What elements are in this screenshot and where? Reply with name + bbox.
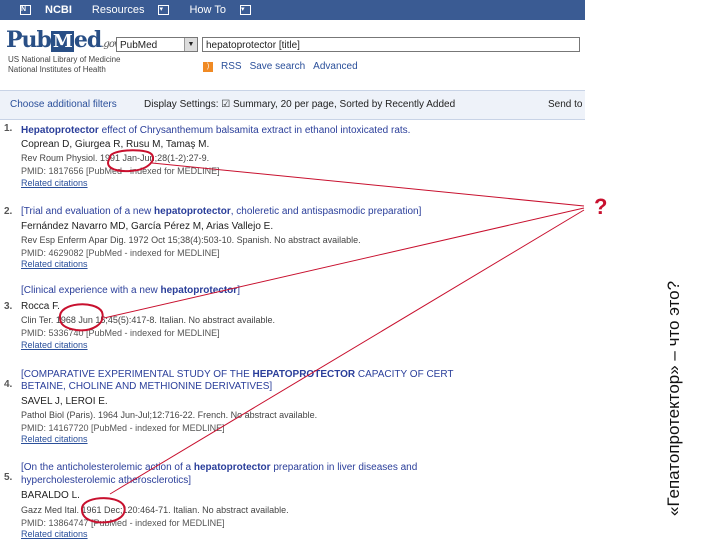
result-title-link[interactable]: [Trial and evaluation of a new hepatopro… [21, 206, 421, 217]
related-citations-link[interactable]: Related citations [21, 529, 88, 540]
result-pmid: PMID: 14167720 [PubMed - indexed for MED… [21, 423, 225, 433]
result-title-link[interactable]: [Clinical experience with a new hepatopr… [21, 285, 240, 296]
result-authors: Fernández Navarro MD, García Pérez M, Ar… [21, 221, 274, 232]
related-citations-link[interactable]: Related citations [21, 434, 88, 445]
send-to-menu[interactable]: Send to [548, 99, 582, 110]
result-title-line2[interactable]: BETAINE, CHOLINE AND METHIONINE DERIVATI… [21, 381, 272, 392]
chevron-down-icon: ▾ [158, 5, 170, 15]
result-source: Gazz Med Ital. 1961 Dec;120:464-71. Ital… [21, 505, 289, 515]
search-input[interactable]: hepatoprotector [title] [202, 37, 580, 52]
result-pmid: PMID: 13864747 [PubMed - indexed for MED… [21, 518, 225, 528]
result-source: Rev Roum Physiol. 1991 Jan-Jun;28(1-2):2… [21, 153, 210, 163]
ncbi-icon: N [20, 5, 31, 15]
search-links: ) RSS Save search Advanced [203, 61, 358, 72]
result-pmid: PMID: 4629082 [PubMed - indexed for MEDL… [21, 248, 220, 258]
result-source: Rev Esp Enferm Apar Dig. 1972 Oct 15;38(… [21, 235, 361, 245]
rss-link[interactable]: RSS [221, 61, 242, 72]
result-authors: BARALDO L. [21, 490, 80, 501]
related-citations-link[interactable]: Related citations [21, 340, 88, 351]
rss-icon[interactable]: ) [203, 61, 213, 72]
slide-title: «Гепатопротектор» – что это? [664, 280, 683, 516]
result-pmid: PMID: 5336740 [PubMed - indexed for MEDL… [21, 328, 220, 338]
save-search-link[interactable]: Save search [250, 61, 306, 72]
chevron-down-icon: ▾ [239, 5, 251, 15]
result-source: Clin Ter. 1968 Jun 15;45(5):417-8. Itali… [21, 315, 275, 325]
result-title-link[interactable]: Hepatoprotector effect of Chrysanthemum … [21, 125, 410, 136]
nlm-caption: US National Library of Medicine National… [8, 55, 121, 74]
ncbi-top-bar: N NCBI Resources ▾ How To ▾ [0, 0, 585, 20]
question-mark: ? [594, 194, 608, 219]
choose-filters-link[interactable]: Choose additional filters [10, 99, 117, 110]
database-select[interactable]: PubMed ▼ [116, 37, 198, 52]
howto-menu[interactable]: How To ▾ [179, 4, 251, 16]
result-title-link[interactable]: [COMPARATIVE EXPERIMENTAL STUDY OF THE H… [21, 369, 454, 380]
result-title-line2[interactable]: hypercholesterolemic atherosclerotics] [21, 475, 191, 486]
filter-bar: Choose additional filters Display Settin… [0, 90, 585, 120]
ncbi-logo[interactable]: N NCBI [10, 4, 72, 16]
chevron-down-icon[interactable]: ▼ [184, 38, 197, 51]
result-authors: Coprean D, Giurgea R, Rusu M, Tamaş M. [21, 139, 210, 150]
advanced-link[interactable]: Advanced [313, 61, 357, 72]
result-authors: SAVEL J, LEROI E. [21, 396, 108, 407]
resources-menu[interactable]: Resources ▾ [82, 4, 170, 16]
related-citations-link[interactable]: Related citations [21, 178, 88, 189]
result-authors: Rocca F. [21, 301, 60, 312]
pubmed-screenshot: N NCBI Resources ▾ How To ▾ Pub Med.gov US N… [0, 0, 585, 540]
result-pmid: PMID: 1817656 [PubMed - indexed for MEDL… [21, 166, 220, 176]
result-title-link[interactable]: [On the anticholesterolemic action of a … [21, 462, 417, 473]
result-source: Pathol Biol (Paris). 1964 Jun-Jul;12:716… [21, 410, 318, 420]
pubmed-logo[interactable]: Pub Med.gov [6, 27, 120, 53]
display-settings[interactable]: Display Settings: ☑ Summary, 20 per page… [144, 99, 455, 110]
related-citations-link[interactable]: Related citations [21, 259, 88, 270]
